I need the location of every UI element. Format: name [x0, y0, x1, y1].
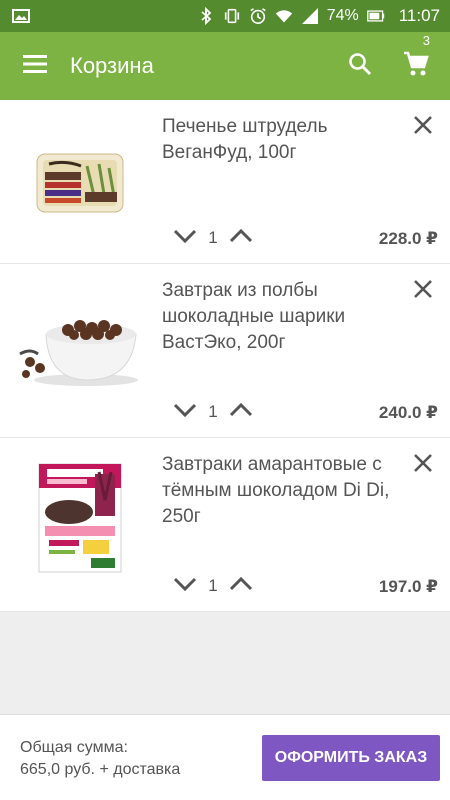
- close-icon: [413, 279, 433, 304]
- remove-item-button[interactable]: [408, 112, 438, 142]
- battery-percent: 74%: [326, 7, 359, 24]
- bluetooth-icon: [197, 7, 215, 25]
- quantity-stepper: 1: [170, 401, 256, 423]
- menu-button[interactable]: [0, 32, 70, 100]
- checkout-button[interactable]: ОФОРМИТЬ ЗАКАЗ: [262, 735, 440, 781]
- total-label: Общая сумма:: [20, 739, 128, 756]
- product-price: 228.0 ₽: [378, 229, 438, 248]
- app-bar: Корзина 3: [0, 32, 450, 100]
- product-name: Печенье штрудель ВеганФуд, 100г: [162, 116, 328, 163]
- vibrate-icon: [223, 7, 241, 25]
- alarm-icon: [249, 7, 267, 25]
- page-title: Корзина: [70, 53, 154, 78]
- cart-button[interactable]: 3: [388, 32, 444, 100]
- order-footer: Общая сумма: 665,0 руб. + доставка ОФОРМ…: [0, 714, 450, 800]
- cart-item: Завтраки амарантовые с тёмным шоколадом …: [0, 438, 450, 612]
- quantity-value: 1: [208, 576, 218, 595]
- quantity-value: 1: [208, 402, 218, 421]
- menu-icon: [23, 54, 47, 78]
- cart-item: Завтрак из полбы шоколадные шарики ВастЭ…: [0, 264, 450, 438]
- chevron-down-icon: [173, 403, 197, 422]
- search-icon: [348, 52, 372, 81]
- image-icon: [12, 7, 30, 25]
- product-image[interactable]: [18, 140, 142, 226]
- total-value: 665,0 руб. + доставка: [20, 761, 181, 778]
- chevron-down-icon: [173, 229, 197, 248]
- decrease-quantity-button[interactable]: [170, 401, 200, 423]
- quantity-stepper: 1: [170, 575, 256, 597]
- cart-item: Печенье штрудель ВеганФуд, 100г 1 228.0 …: [0, 100, 450, 264]
- remove-item-button[interactable]: [408, 450, 438, 480]
- cart-list: Печенье штрудель ВеганФуд, 100г 1 228.0 …: [0, 100, 450, 612]
- product-price: 197.0 ₽: [378, 577, 438, 596]
- close-icon: [413, 453, 433, 478]
- quantity-stepper: 1: [170, 227, 256, 249]
- increase-quantity-button[interactable]: [226, 227, 256, 249]
- close-icon: [413, 115, 433, 140]
- chevron-up-icon: [229, 228, 253, 248]
- product-image[interactable]: [18, 304, 142, 390]
- chevron-down-icon: [173, 577, 197, 596]
- chevron-up-icon: [229, 576, 253, 596]
- status-bar: 74% 11:07: [0, 0, 450, 32]
- product-name: Завтрак из полбы шоколадные шарики ВастЭ…: [162, 280, 346, 353]
- product-image[interactable]: [18, 458, 142, 578]
- quantity-value: 1: [208, 228, 218, 247]
- product-price: 240.0 ₽: [378, 403, 438, 422]
- battery-icon: [366, 7, 385, 25]
- clock: 11:07: [398, 6, 440, 25]
- search-button[interactable]: [332, 32, 388, 100]
- cart-count-badge: 3: [422, 33, 430, 48]
- product-name: Завтраки амарантовые с тёмным шоколадом …: [162, 454, 390, 527]
- increase-quantity-button[interactable]: [226, 401, 256, 423]
- decrease-quantity-button[interactable]: [170, 227, 200, 249]
- increase-quantity-button[interactable]: [226, 575, 256, 597]
- wifi-icon: [275, 7, 293, 25]
- decrease-quantity-button[interactable]: [170, 575, 200, 597]
- chevron-up-icon: [229, 402, 253, 422]
- remove-item-button[interactable]: [408, 276, 438, 306]
- cart-icon: [403, 51, 429, 82]
- signal-icon: [301, 7, 319, 25]
